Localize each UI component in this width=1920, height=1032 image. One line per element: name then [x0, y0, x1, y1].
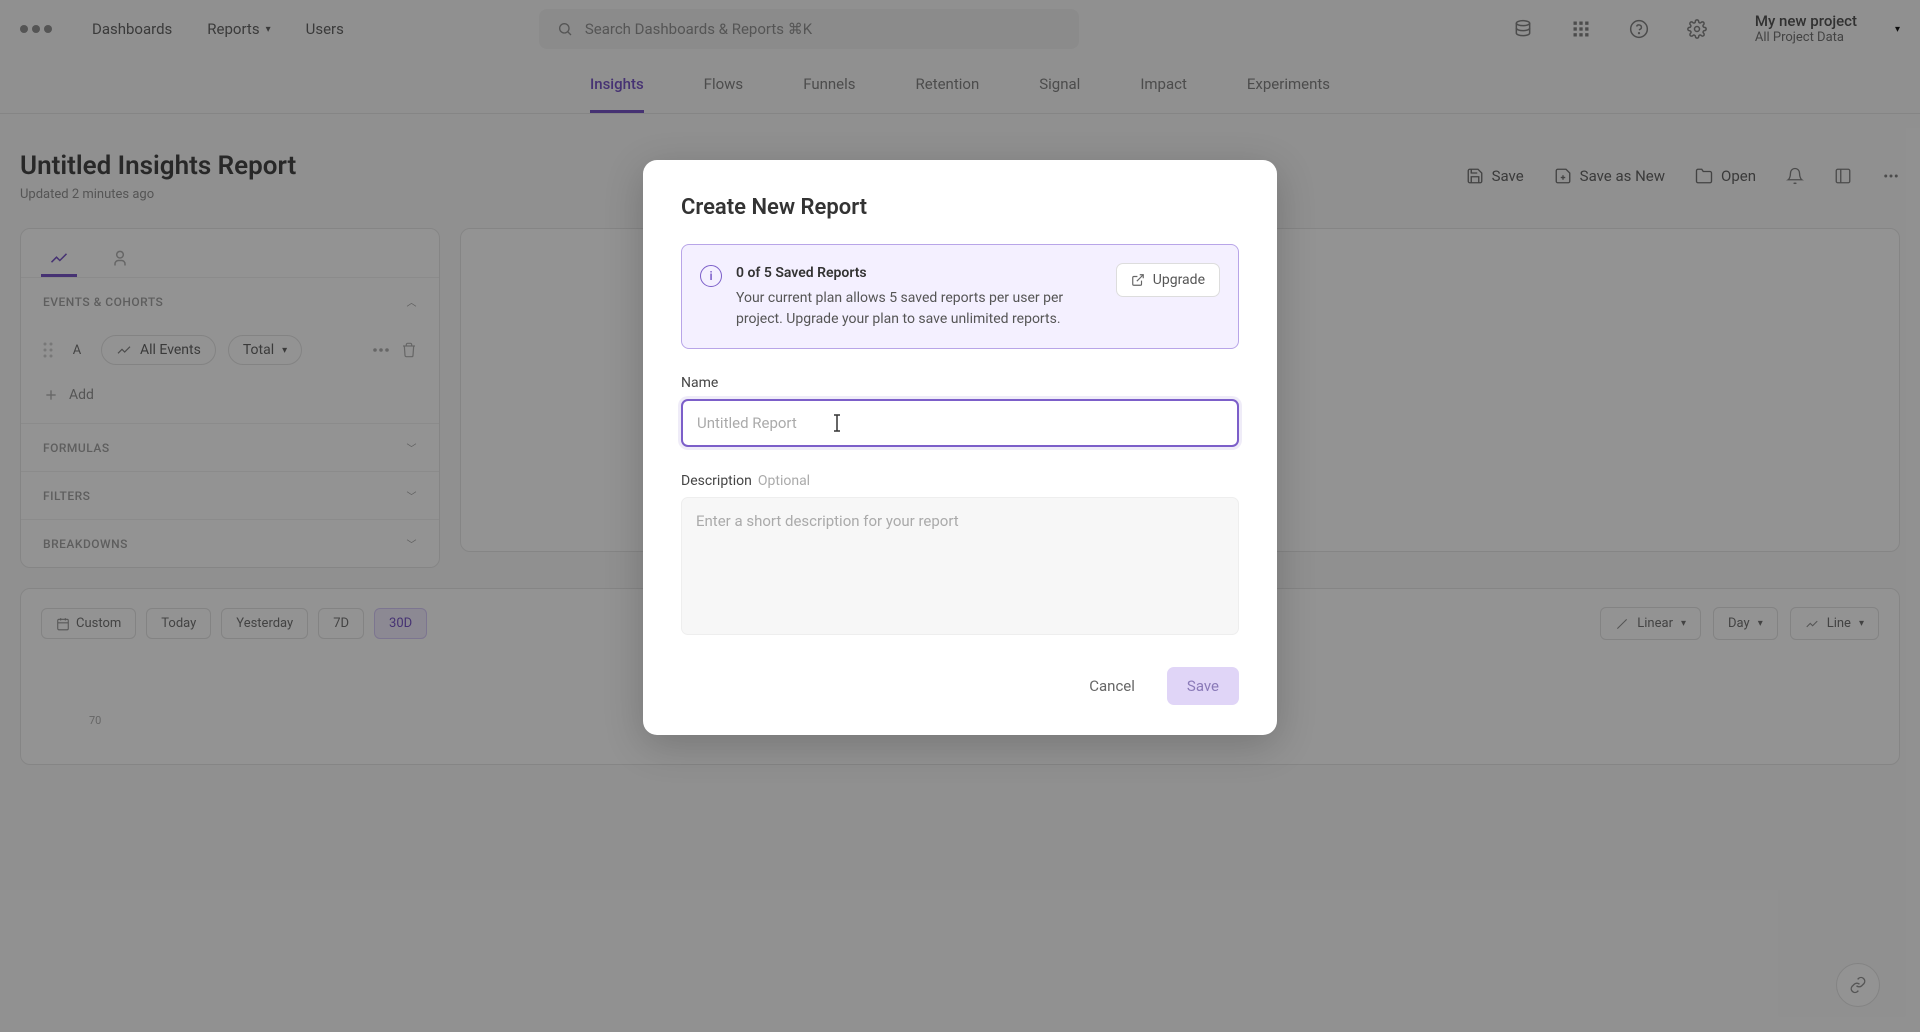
upgrade-label: Upgrade [1153, 272, 1205, 288]
modal-actions: Cancel Save [681, 667, 1239, 705]
name-label: Name [681, 375, 1239, 391]
desc-label: Description [681, 473, 752, 489]
description-label: Description Optional [681, 473, 1239, 489]
banner-text: 0 of 5 Saved Reports Your current plan a… [736, 263, 1102, 330]
create-report-modal: Create New Report i 0 of 5 Saved Reports… [643, 160, 1277, 735]
description-input[interactable] [681, 497, 1239, 635]
text-cursor-icon [829, 413, 845, 433]
upgrade-button[interactable]: Upgrade [1116, 263, 1220, 297]
desc-optional: Optional [758, 473, 810, 489]
banner-title: 0 of 5 Saved Reports [736, 263, 1102, 284]
banner-body: Your current plan allows 5 saved reports… [736, 288, 1102, 330]
upgrade-banner: i 0 of 5 Saved Reports Your current plan… [681, 244, 1239, 349]
info-icon: i [700, 265, 722, 287]
save-button[interactable]: Save [1167, 667, 1239, 705]
name-input[interactable] [681, 399, 1239, 447]
modal-title: Create New Report [681, 195, 1239, 220]
cancel-button[interactable]: Cancel [1075, 667, 1149, 705]
modal-overlay[interactable]: Create New Report i 0 of 5 Saved Reports… [0, 0, 1920, 1032]
